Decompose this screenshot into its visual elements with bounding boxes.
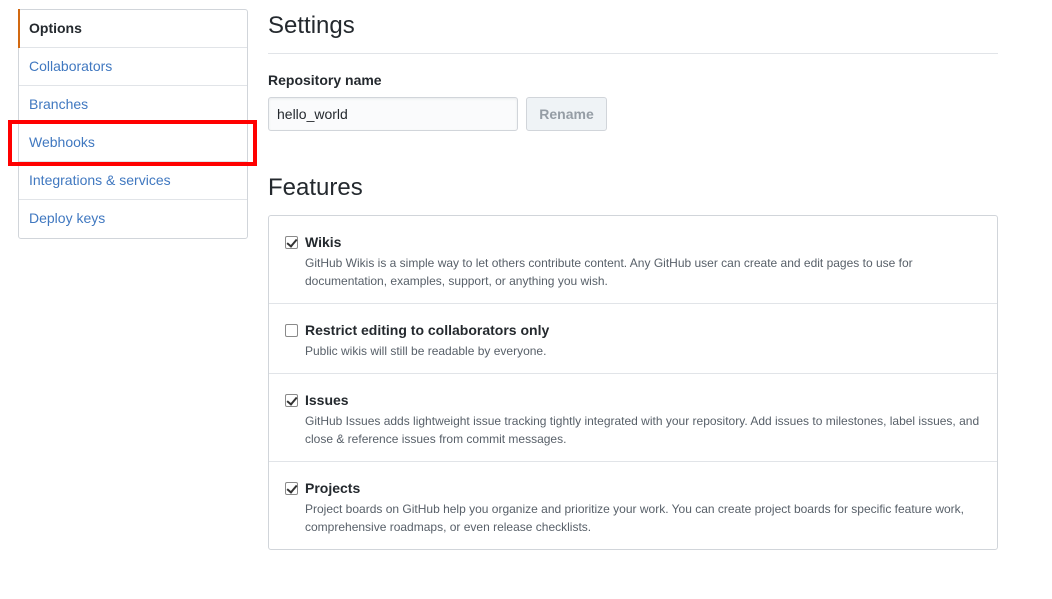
feature-name-wikis[interactable]: Wikis xyxy=(305,234,341,250)
sidebar-item-deploy-keys[interactable]: Deploy keys xyxy=(19,200,247,238)
feature-wikis: Wikis GitHub Wikis is a simple way to le… xyxy=(269,216,997,304)
repository-name-input[interactable] xyxy=(268,97,518,131)
repository-name-label: Repository name xyxy=(268,72,382,88)
rename-button[interactable]: Rename xyxy=(526,97,607,131)
feature-description-wikis: GitHub Wikis is a simple way to let othe… xyxy=(305,256,913,288)
projects-checkbox[interactable] xyxy=(285,482,298,495)
restrict-editing-checkbox[interactable] xyxy=(285,324,298,337)
repository-settings-page: Options Collaborators Branches Webhooks … xyxy=(0,0,1052,599)
settings-header: Settings xyxy=(268,12,998,54)
sidebar-item-options[interactable]: Options xyxy=(18,9,247,48)
feature-name-issues[interactable]: Issues xyxy=(305,392,349,408)
settings-title: Settings xyxy=(268,12,355,39)
sidebar-item-collaborators[interactable]: Collaborators xyxy=(19,48,247,86)
issues-checkbox[interactable] xyxy=(285,394,298,407)
feature-issues: Issues GitHub Issues adds lightweight is… xyxy=(269,374,997,462)
sidebar-item-integrations-services[interactable]: Integrations & services xyxy=(19,162,247,200)
features-title: Features xyxy=(268,174,363,201)
feature-restrict-editing: Restrict editing to collaborators only P… xyxy=(269,304,997,374)
sidebar-item-branches[interactable]: Branches xyxy=(19,86,247,124)
feature-projects: Projects Project boards on GitHub help y… xyxy=(269,462,997,549)
sidebar-item-webhooks[interactable]: Webhooks xyxy=(19,124,247,162)
features-list: Wikis GitHub Wikis is a simple way to le… xyxy=(268,215,998,550)
feature-name-projects[interactable]: Projects xyxy=(305,480,360,496)
feature-description-restrict-editing: Public wikis will still be readable by e… xyxy=(305,344,547,358)
wikis-checkbox[interactable] xyxy=(285,236,298,249)
feature-description-projects: Project boards on GitHub help you organi… xyxy=(305,502,965,534)
settings-sidebar: Options Collaborators Branches Webhooks … xyxy=(18,9,248,239)
feature-name-restrict-editing[interactable]: Restrict editing to collaborators only xyxy=(305,322,549,338)
feature-description-issues: GitHub Issues adds lightweight issue tra… xyxy=(305,414,980,446)
